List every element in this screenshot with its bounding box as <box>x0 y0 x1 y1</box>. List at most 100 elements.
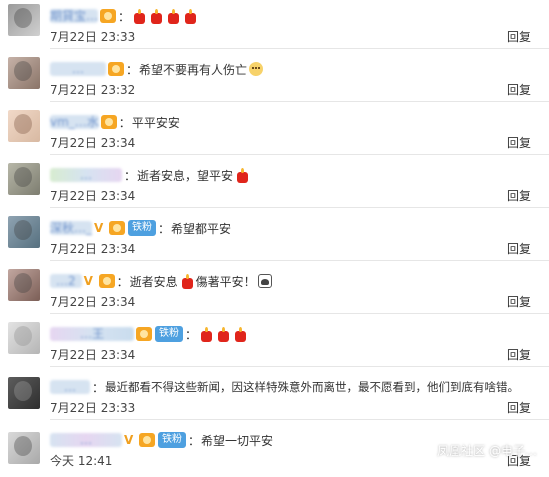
comment-item: … ： 最近都看不得这些新闻，因这样特殊意外而离世，最不愿看到，他们到底有啥错。… <box>0 371 549 424</box>
reply-button[interactable]: 回复 <box>507 293 531 310</box>
comment-time: 7月22日 23:34 <box>50 242 136 256</box>
username[interactable]: 深秋…_ <box>50 221 93 235</box>
vip-badge-icon <box>136 327 153 341</box>
comment-line: … ： 希望不要再有人伤亡 <box>50 59 529 79</box>
divider <box>50 260 549 261</box>
avatar[interactable] <box>8 377 40 409</box>
avatar[interactable] <box>8 110 40 142</box>
fan-badge: 铁粉 <box>128 220 157 236</box>
candle-icon <box>233 326 248 342</box>
avatar[interactable] <box>8 432 40 464</box>
vip-badge-icon <box>109 221 126 235</box>
colon: ： <box>185 327 198 342</box>
avatar[interactable] <box>8 216 40 248</box>
colon: ： <box>158 221 171 236</box>
comment-item: vm_…水 ： 平平安安 7月22日 23:34 回复 <box>0 106 549 159</box>
comment-time: 7月22日 23:32 <box>50 83 136 97</box>
comment-item: 期貸宝… ： 7月22日 23:33 回复 <box>0 0 549 53</box>
avatar[interactable] <box>8 4 40 36</box>
comment-text: 希望一切平安 <box>201 433 274 448</box>
username[interactable]: 期貸宝… <box>50 9 99 23</box>
candle-icon <box>132 8 147 24</box>
comment-time: 7月22日 23:34 <box>50 136 136 150</box>
vip-badge-icon <box>100 9 117 23</box>
colon: ： <box>126 62 139 77</box>
comment-time: 7月22日 23:33 <box>50 30 136 44</box>
reply-button[interactable]: 回复 <box>507 187 531 204</box>
candle-icon <box>235 167 250 183</box>
comment-item: … ： 逝者安息，望平安 7月22日 23:34 回复 <box>0 159 549 212</box>
comment-line: 期貸宝… ： <box>50 6 529 26</box>
candle-icon <box>149 8 164 24</box>
avatar[interactable] <box>8 322 40 354</box>
colon: ： <box>188 433 201 448</box>
comment-line: …2 V ： 逝者安息 傷著平安！ <box>50 271 529 291</box>
fan-badge: 铁粉 <box>155 326 184 342</box>
colon: ： <box>116 274 129 289</box>
vip-badge-icon <box>98 274 115 288</box>
comment-text: 最近都看不得这些新闻，因这样特殊意外而离世，最不愿看到，他们到底有啥错。 <box>105 380 520 394</box>
reply-button[interactable]: 回复 <box>507 134 531 151</box>
comment-time: 7月22日 23:34 <box>50 189 136 203</box>
divider <box>50 313 549 314</box>
comment-time: 7月22日 23:33 <box>50 401 136 415</box>
divider <box>50 207 549 208</box>
avatar[interactable] <box>8 163 40 195</box>
verified-v-icon: V <box>124 432 134 447</box>
divider <box>50 366 549 367</box>
divider <box>50 154 549 155</box>
candle-icon <box>180 273 195 289</box>
verified-v-icon: V <box>83 273 93 288</box>
comment-item: …2 V ： 逝者安息 傷著平安！ 7月22日 23:34 回复 <box>0 265 549 318</box>
verified-v-icon: V <box>94 220 104 235</box>
comment-item: 深秋…_ V 铁粉 ： 希望都平安 7月22日 23:34 回复 <box>0 212 549 265</box>
colon: ： <box>118 115 131 130</box>
avatar[interactable] <box>8 269 40 301</box>
username[interactable]: …王 <box>50 327 135 341</box>
vip-badge-icon <box>108 62 124 76</box>
reply-button[interactable]: 回复 <box>507 346 531 363</box>
comment-time: 今天 12:41 <box>50 454 113 468</box>
fan-badge: 铁粉 <box>158 432 186 448</box>
candle-icon <box>183 8 198 24</box>
comment-text: 平平安安 <box>131 115 180 130</box>
mourning-hat-icon <box>257 274 272 288</box>
username[interactable]: … <box>50 380 90 394</box>
reply-button[interactable]: 回复 <box>507 240 531 257</box>
username[interactable]: … <box>50 433 122 447</box>
divider <box>50 101 549 102</box>
comment-item: …王 铁粉 ： 7月22日 23:34 回复 <box>0 318 549 371</box>
comment-line: …王 铁粉 ： <box>50 324 529 344</box>
sad-face-icon <box>249 62 264 76</box>
comment-item: … ： 希望不要再有人伤亡 7月22日 23:32 回复 <box>0 53 549 106</box>
candle-icon <box>199 326 214 342</box>
divider <box>50 48 549 49</box>
comment-text-2: 傷著平安！ <box>195 274 256 289</box>
colon: ： <box>118 9 131 24</box>
username[interactable]: … <box>50 62 106 76</box>
colon: ： <box>124 168 137 183</box>
comment-text: 逝者安息 <box>129 274 178 289</box>
divider <box>50 419 549 420</box>
username[interactable]: …2 <box>50 274 82 288</box>
comment-text: 希望都平安 <box>171 221 232 236</box>
vip-badge-icon <box>100 115 117 129</box>
comment-time: 7月22日 23:34 <box>50 348 136 362</box>
comment-time: 7月22日 23:34 <box>50 295 136 309</box>
comment-line: vm_…水 ： 平平安安 <box>50 112 529 132</box>
comment-line: … ： 逝者安息，望平安 <box>50 165 529 185</box>
reply-button[interactable]: 回复 <box>507 81 531 98</box>
vip-badge-icon <box>139 433 155 447</box>
comment-line: 深秋…_ V 铁粉 ： 希望都平安 <box>50 218 529 238</box>
watermark: 凤凰社区 @电子… <box>437 444 537 458</box>
candle-icon <box>216 326 231 342</box>
comment-line: … ： 最近都看不得这些新闻，因这样特殊意外而离世，最不愿看到，他们到底有啥错。 <box>50 377 529 397</box>
candle-icon <box>166 8 181 24</box>
avatar[interactable] <box>8 57 40 89</box>
username[interactable]: vm_…水 <box>50 115 99 129</box>
username[interactable]: … <box>50 168 122 182</box>
reply-button[interactable]: 回复 <box>507 28 531 45</box>
reply-button[interactable]: 回复 <box>507 399 531 416</box>
comment-text: 逝者安息，望平安 <box>137 168 234 183</box>
colon: ： <box>92 380 105 395</box>
